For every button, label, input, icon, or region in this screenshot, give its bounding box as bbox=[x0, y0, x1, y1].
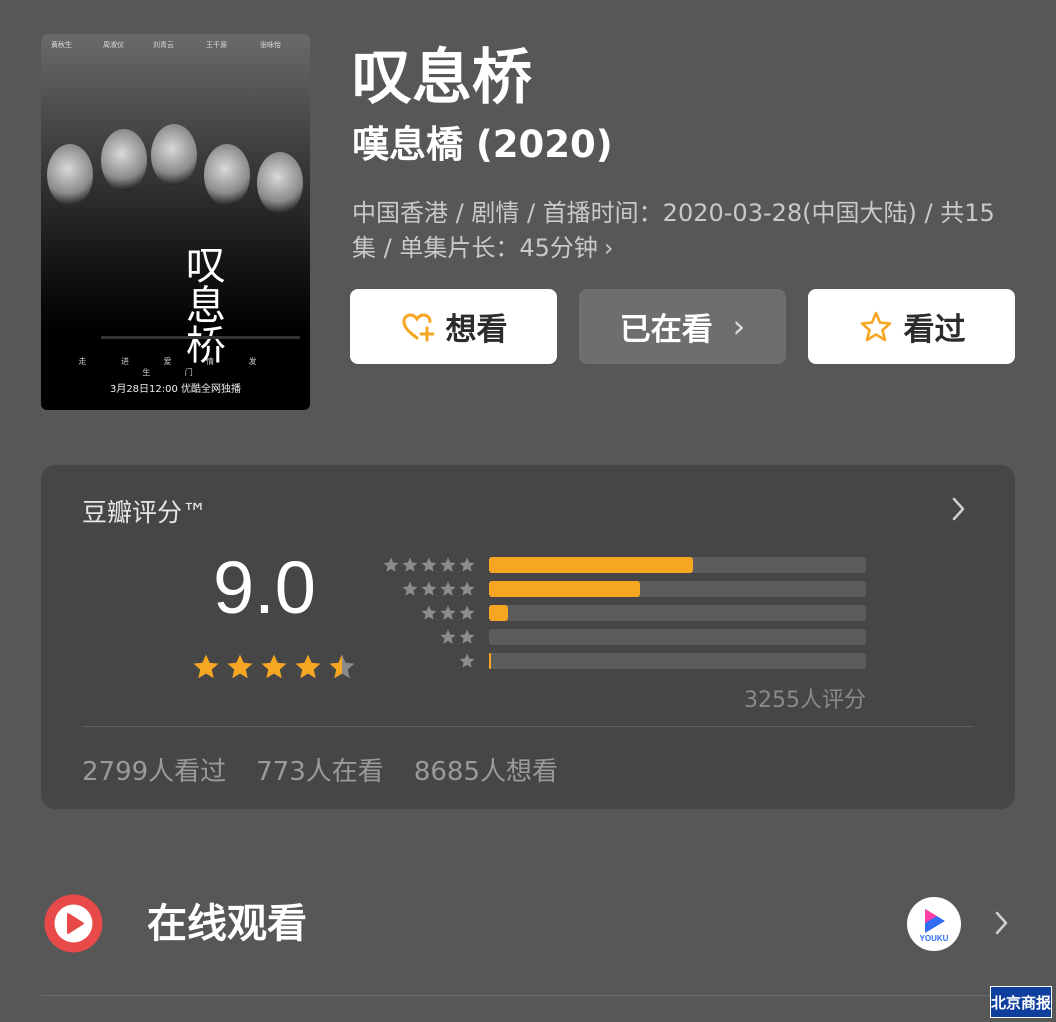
poster-cast-name: 王千源 bbox=[206, 41, 227, 49]
rating-star-icon bbox=[193, 654, 219, 679]
poster-credits bbox=[101, 336, 300, 339]
distribution-bar-fill bbox=[489, 653, 492, 669]
rating-star-icon bbox=[227, 654, 253, 679]
youku-logo[interactable]: YOUKU bbox=[907, 897, 961, 951]
heart-plus-icon bbox=[400, 309, 436, 345]
distribution-bar-track bbox=[489, 629, 866, 645]
online-watch-label[interactable]: 在线观看 bbox=[147, 898, 307, 950]
poster-cast-name: 张咏怡 bbox=[260, 41, 281, 49]
distribution-bar-fill bbox=[489, 581, 640, 597]
rating-distribution-row bbox=[381, 604, 871, 622]
distribution-star-icon bbox=[402, 581, 418, 596]
original-title: 嘆息橋 (2020) bbox=[352, 123, 613, 166]
youku-logo-text: YOUKU bbox=[919, 934, 949, 943]
rating-stats: 2799人看过 773人在看 8685人想看 bbox=[82, 751, 558, 788]
distribution-star-icon bbox=[402, 557, 418, 572]
rating-title: 豆瓣评分™ bbox=[82, 498, 208, 527]
rating-card[interactable]: 豆瓣评分™ 9.0 3255人评分 2799人看过 773人在看 8685人想看 bbox=[41, 465, 1015, 809]
rating-score: 9.0 bbox=[213, 546, 316, 629]
distribution-star-icon bbox=[459, 605, 475, 620]
rating-stars bbox=[191, 652, 357, 682]
distribution-bar-track bbox=[489, 605, 866, 621]
rating-star-icon bbox=[261, 654, 287, 679]
poster-image[interactable]: 黄秋生 周淑仪 刘青云 王千源 张咏怡 叹息桥 走 进 爱 情 发 生 门 3月… bbox=[41, 34, 310, 410]
watched-button[interactable]: 看过 bbox=[808, 289, 1015, 364]
rating-distribution-row bbox=[381, 580, 871, 598]
distribution-star-icon bbox=[383, 557, 399, 572]
poster-tagline: 走 进 爱 情 发 生 门 bbox=[78, 357, 273, 377]
distribution-star-icon bbox=[440, 629, 456, 644]
rating-distribution-row bbox=[381, 652, 871, 670]
distribution-stars bbox=[401, 580, 476, 598]
distribution-bar-track bbox=[489, 653, 866, 669]
distribution-star-icon bbox=[421, 581, 437, 596]
distribution-star-icon bbox=[440, 581, 456, 596]
play-icon[interactable] bbox=[43, 893, 104, 954]
distribution-bar-track bbox=[489, 557, 866, 573]
distribution-star-icon bbox=[440, 557, 456, 572]
distribution-star-icon bbox=[421, 557, 437, 572]
page-title: 叹息桥 bbox=[352, 43, 532, 113]
poster-airdate: 3月28日12:00 优酷全网独播 bbox=[109, 384, 242, 395]
poster-calligraphy-title: 叹息桥 bbox=[179, 244, 225, 364]
chevron-right-icon[interactable] bbox=[993, 909, 1011, 937]
distribution-stars bbox=[458, 652, 476, 670]
distribution-star-icon bbox=[459, 653, 475, 668]
poster-cast-name: 刘青云 bbox=[153, 41, 174, 49]
divider bbox=[41, 995, 1015, 996]
rating-star-icon bbox=[329, 654, 355, 679]
watching-count[interactable]: 773人在看 bbox=[256, 751, 384, 788]
distribution-star-icon bbox=[421, 605, 437, 620]
distribution-bar-fill bbox=[489, 605, 508, 621]
meta-text: 中国香港 / 剧情 / 首播时间：2020-03-28(中国大陆) / 共15集… bbox=[352, 199, 995, 262]
want-count[interactable]: 8685人想看 bbox=[414, 751, 558, 788]
distribution-star-icon bbox=[459, 557, 475, 572]
distribution-star-icon bbox=[440, 605, 456, 620]
distribution-stars bbox=[420, 604, 476, 622]
want-label: 想看 bbox=[445, 312, 508, 348]
distribution-stars bbox=[439, 628, 476, 646]
watching-label: 已在看 bbox=[619, 312, 713, 348]
rating-distribution-row bbox=[381, 628, 871, 646]
distribution-bar-track bbox=[489, 581, 866, 597]
rating-count[interactable]: 3255人评分 bbox=[744, 682, 866, 714]
watched-label: 看过 bbox=[903, 312, 966, 348]
watermark-logo: 北京商报 bbox=[990, 986, 1052, 1018]
distribution-stars bbox=[382, 556, 476, 574]
want-to-watch-button[interactable]: 想看 bbox=[350, 289, 557, 364]
distribution-bar-fill bbox=[489, 557, 693, 573]
watched-count[interactable]: 2799人看过 bbox=[82, 751, 226, 788]
watching-button[interactable]: 已在看 › bbox=[579, 289, 786, 364]
chevron-right-icon[interactable] bbox=[949, 495, 969, 523]
distribution-star-icon bbox=[459, 629, 475, 644]
star-outline-icon bbox=[858, 309, 894, 345]
divider bbox=[82, 726, 974, 727]
poster-cast-name: 黄秋生 bbox=[51, 41, 72, 49]
rating-star-icon bbox=[295, 654, 321, 679]
chevron-right-icon: › bbox=[603, 234, 614, 262]
chevron-right-icon: › bbox=[732, 308, 746, 345]
rating-distribution-row bbox=[381, 556, 871, 574]
poster-cast-name: 周淑仪 bbox=[103, 41, 124, 49]
distribution-star-icon bbox=[459, 581, 475, 596]
meta-info[interactable]: 中国香港 / 剧情 / 首播时间：2020-03-28(中国大陆) / 共15集… bbox=[352, 196, 1012, 266]
